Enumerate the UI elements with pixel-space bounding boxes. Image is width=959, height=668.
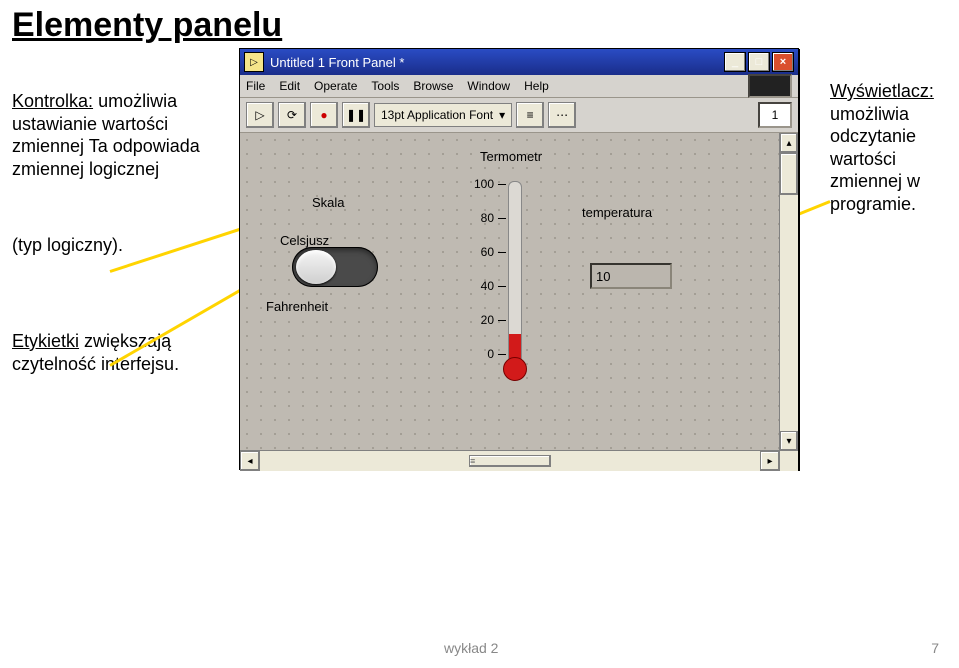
app-icon: ▷	[244, 52, 264, 72]
context-help-icon[interactable]	[748, 74, 792, 98]
maximize-button[interactable]: □	[748, 52, 770, 72]
wyswietlacz-label: Wyświetlacz:	[830, 81, 934, 101]
wyswietlacz-block: Wyświetlacz: umożliwia odczytanie wartoś…	[830, 80, 950, 215]
vscroll-track[interactable]	[780, 195, 798, 431]
numeric-indicator[interactable]: 10	[590, 263, 672, 289]
boolean-slide-switch[interactable]	[292, 247, 378, 287]
scroll-right-button[interactable]: ▸	[760, 451, 780, 471]
thermometer-bulb	[503, 357, 527, 381]
distribute-button[interactable]: ⋯	[548, 102, 576, 128]
tick-60: 60	[464, 245, 494, 259]
minimize-button[interactable]: _	[724, 52, 746, 72]
scroll-down-button[interactable]: ▾	[780, 431, 798, 451]
font-selector[interactable]: 13pt Application Font ▾	[374, 103, 512, 127]
numeric-indicator-value: 10	[596, 269, 610, 284]
tick-100: 100	[464, 177, 494, 191]
scroll-left-button[interactable]: ◂	[240, 451, 260, 471]
celsjusz-label: Celsjusz	[280, 233, 329, 248]
tick-20: 20	[464, 313, 494, 327]
menu-file[interactable]: File	[246, 79, 265, 93]
tick-0: 0	[464, 347, 494, 361]
menu-browse[interactable]: Browse	[413, 79, 453, 93]
pause-button[interactable]: ❚❚	[342, 102, 370, 128]
align-button[interactable]: ≡	[516, 102, 544, 128]
menu-help[interactable]: Help	[524, 79, 549, 93]
tick-40: 40	[464, 279, 494, 293]
abort-button[interactable]: ●	[310, 102, 338, 128]
chevron-down-icon: ▾	[499, 108, 505, 122]
menubar: File Edit Operate Tools Browse Window He…	[240, 75, 798, 98]
menu-window[interactable]: Window	[467, 79, 510, 93]
vertical-scrollbar[interactable]: ▴ ▾	[779, 133, 798, 451]
wyswietlacz-text: umożliwia odczytanie wartości zmiennej w…	[830, 104, 920, 214]
hscroll-thumb[interactable]: ≡	[469, 455, 551, 467]
thermometer[interactable]: 100 80 60 40 20 0	[500, 181, 528, 381]
menu-edit[interactable]: Edit	[279, 79, 300, 93]
scroll-up-button[interactable]: ▴	[780, 133, 798, 153]
temperatura-label: temperatura	[582, 205, 652, 220]
front-panel-canvas[interactable]: Skala Celsjusz Fahrenheit Termometr temp…	[240, 133, 780, 451]
page-title: Elementy panelu	[12, 6, 282, 45]
titlebar[interactable]: ▷ Untitled 1 Front Panel * _ □ ×	[240, 49, 798, 75]
etykietki-label: Etykietki	[12, 331, 79, 351]
footer-lecture: wykład 2	[444, 640, 498, 656]
tick-80: 80	[464, 211, 494, 225]
menu-operate[interactable]: Operate	[314, 79, 357, 93]
footer-page-number: 7	[931, 640, 939, 656]
toolbar-number-box[interactable]: 1	[758, 102, 792, 128]
canvas-wrap: Skala Celsjusz Fahrenheit Termometr temp…	[240, 133, 798, 471]
window-title: Untitled 1 Front Panel *	[270, 55, 722, 70]
skala-label: Skala	[312, 195, 345, 210]
vscroll-thumb[interactable]	[780, 153, 798, 195]
thermometer-tube	[508, 181, 522, 363]
kontrolka-block: Kontrolka: umożliwia ustawianie wartości…	[12, 90, 202, 180]
close-button[interactable]: ×	[772, 52, 794, 72]
horizontal-scrollbar[interactable]: ◂ ≡ ▸	[240, 450, 780, 471]
menu-tools[interactable]: Tools	[371, 79, 399, 93]
run-continuously-button[interactable]: ⟳	[278, 102, 306, 128]
kontrolka-label: Kontrolka:	[12, 91, 93, 111]
termometr-label: Termometr	[480, 149, 542, 164]
etykietki-block: Etykietki zwiększają czytelność interfej…	[12, 330, 192, 375]
scroll-corner	[780, 451, 798, 471]
hscroll-track[interactable]: ≡	[260, 451, 760, 471]
fahrenheit-label: Fahrenheit	[266, 299, 328, 314]
app-icon-glyph: ▷	[250, 57, 258, 68]
run-button[interactable]: ▷	[246, 102, 274, 128]
typ-logiczny-text: (typ logiczny).	[12, 235, 123, 256]
slide-switch-knob	[296, 250, 336, 284]
font-selector-label: 13pt Application Font	[381, 108, 493, 122]
labview-window: ▷ Untitled 1 Front Panel * _ □ × File Ed…	[239, 48, 799, 470]
toolbar: ▷ ⟳ ● ❚❚ 13pt Application Font ▾ ≡ ⋯ 1	[240, 98, 798, 133]
